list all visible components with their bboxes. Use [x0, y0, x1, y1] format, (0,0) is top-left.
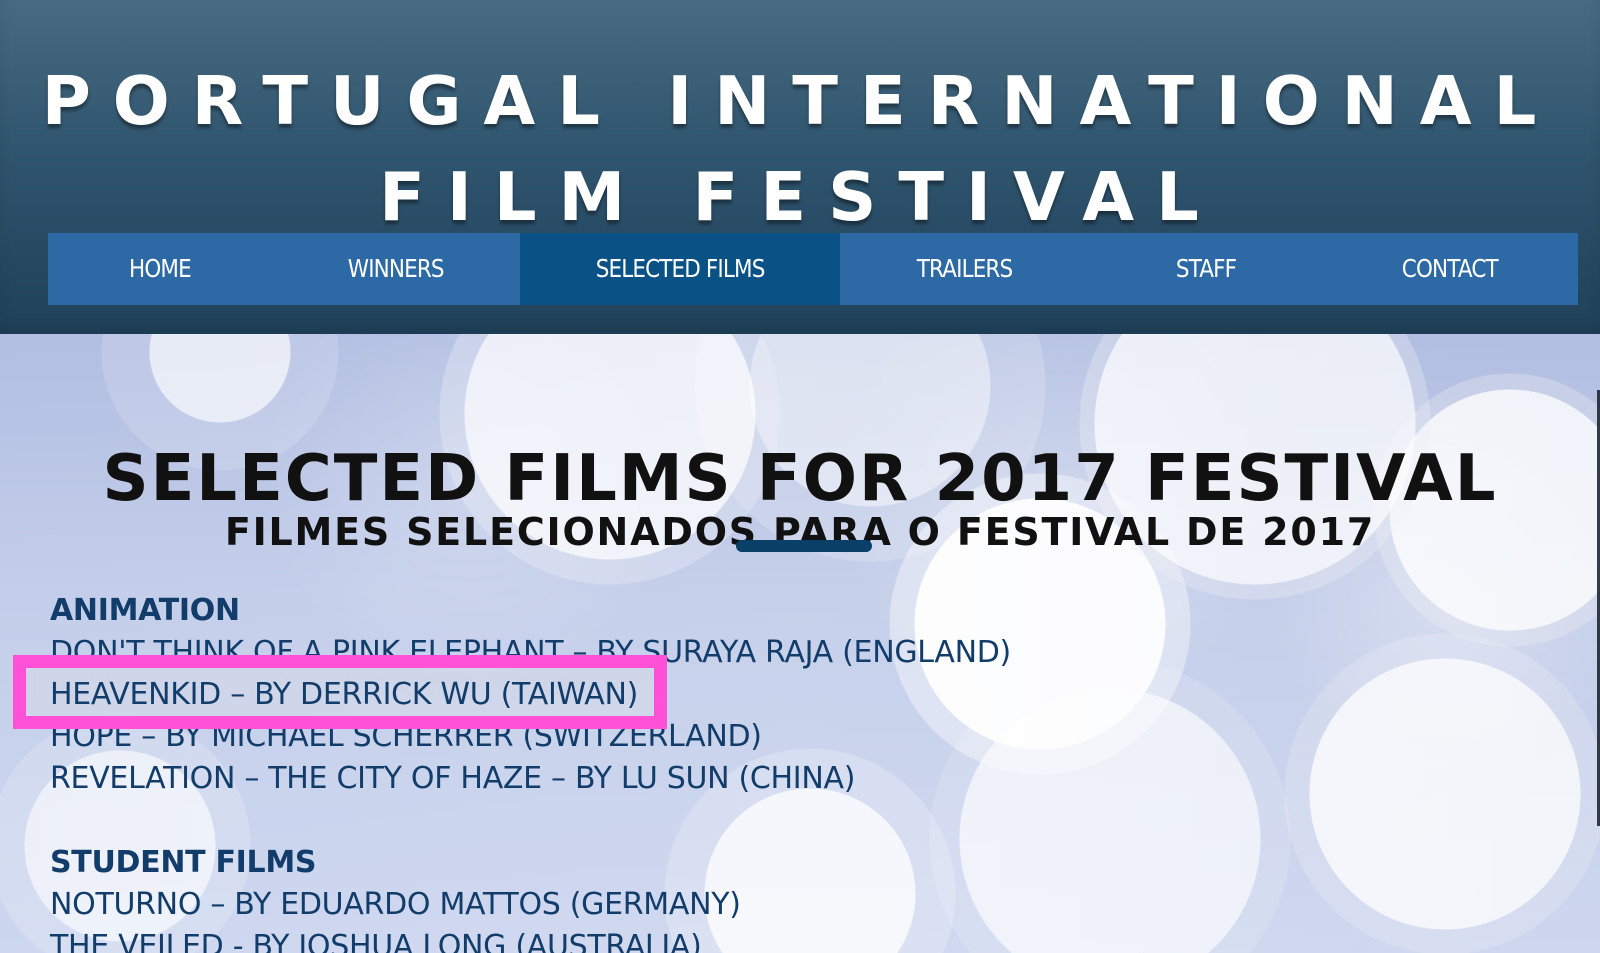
- film-list-item: REVELATION – THE CITY OF HAZE – BY LU SU…: [50, 761, 856, 796]
- site-header: PORTUGAL INTERNATIONAL FILM FESTIVAL HOM…: [0, 0, 1600, 334]
- film-list-item: DON'T THINK OF A PINK ELEPHANT – BY SURA…: [50, 635, 1011, 670]
- film-list-item: NOTURNO – BY EDUARDO MATTOS (GERMANY): [50, 887, 741, 922]
- nav-contact-link[interactable]: CONTACT: [1322, 233, 1578, 305]
- nav-trailers-label: TRAILERS: [917, 254, 1013, 283]
- nav-staff-label: STAFF: [1175, 254, 1237, 283]
- site-title-line-1: PORTUGAL INTERNATIONAL: [41, 61, 1559, 140]
- nav-staff-link[interactable]: STAFF: [1090, 233, 1322, 305]
- nav-home-link[interactable]: HOME: [48, 233, 272, 305]
- film-list-item: HOPE – BY MICHAEL SCHERRER (SWITZERLAND): [50, 719, 762, 754]
- title-divider: [736, 540, 872, 552]
- site-title: PORTUGAL INTERNATIONAL FILM FESTIVAL: [0, 53, 1600, 245]
- main-navigation: HOME WINNERS SELECTED FILMS TRAILERS STA…: [48, 233, 1578, 305]
- nav-selected-films-label: SELECTED FILMS: [595, 254, 766, 283]
- selected-films-list: ANIMATION DON'T THINK OF A PINK ELEPHANT…: [50, 590, 1130, 953]
- nav-home-label: HOME: [129, 254, 192, 283]
- nav-winners-link[interactable]: WINNERS: [272, 233, 520, 305]
- site-title-line-2: FILM FESTIVAL: [379, 157, 1221, 236]
- website-page: PORTUGAL INTERNATIONAL FILM FESTIVAL HOM…: [0, 0, 1600, 953]
- highlighted-film-title: HEAVENKID – BY DERRICK WU (TAIWAN): [50, 677, 638, 712]
- student-films-section-title: STUDENT FILMS: [50, 845, 317, 880]
- animation-section-title: ANIMATION: [50, 593, 240, 628]
- nav-trailers-link[interactable]: TRAILERS: [840, 233, 1090, 305]
- nav-winners-label: WINNERS: [348, 254, 445, 283]
- nav-contact-label: CONTACT: [1402, 254, 1499, 283]
- film-list-item: THE VEILED - BY JOSHUA LONG (AUSTRALIA): [50, 929, 702, 953]
- nav-selected-films-link[interactable]: SELECTED FILMS: [520, 233, 840, 305]
